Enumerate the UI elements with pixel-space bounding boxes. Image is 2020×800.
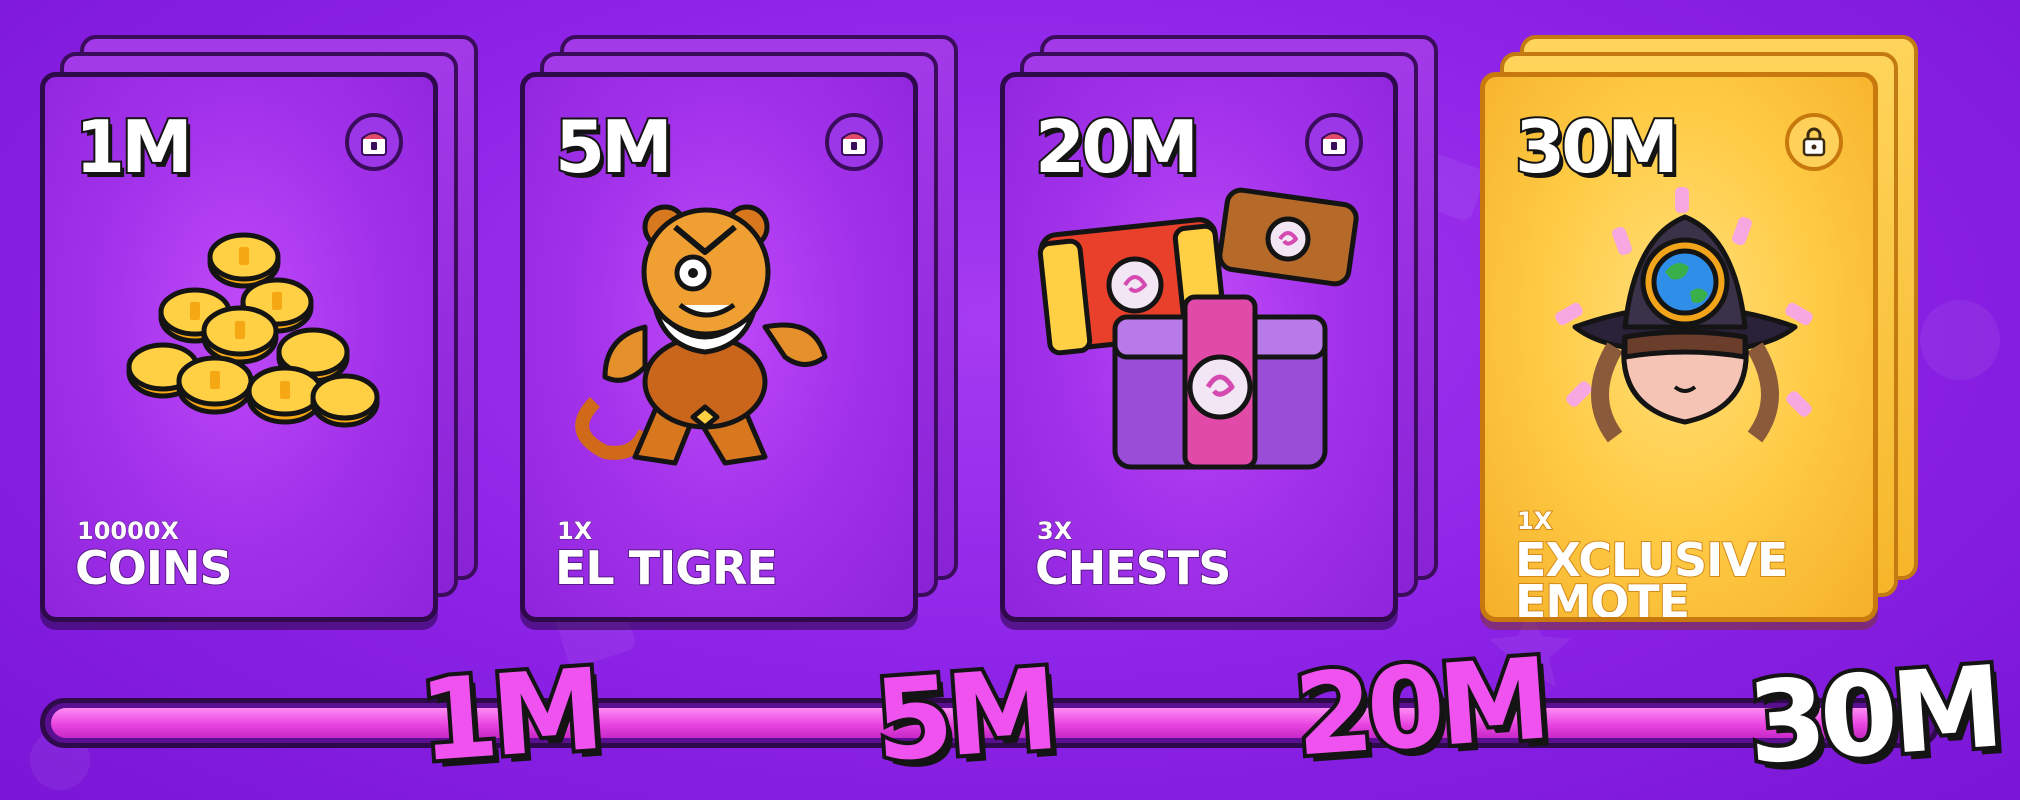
chest-lock-icon bbox=[345, 113, 403, 171]
reward-card-stack-30m: 30M 1X EXCLUSIVE EMOTE bbox=[1480, 30, 1918, 630]
reward-name: COINS bbox=[74, 541, 234, 595]
chest-lock-icon bbox=[1305, 113, 1363, 171]
reward-card-stack-5m: 5M 1X EL TIGRE bbox=[520, 30, 958, 630]
milestone-label-1m: 1M bbox=[412, 641, 606, 791]
padlock-icon bbox=[1785, 113, 1843, 171]
coins-pile-icon bbox=[126, 232, 380, 428]
card-tier-label: 20M bbox=[1033, 105, 1201, 189]
reward-name: EL TIGRE bbox=[554, 541, 779, 595]
emote-character-icon bbox=[1555, 187, 1813, 443]
card-tier-label: 1M bbox=[73, 105, 195, 189]
chests-icon bbox=[1037, 187, 1359, 470]
chest-lock-icon bbox=[825, 113, 883, 171]
reward-name: EXCLUSIVE EMOTE bbox=[1514, 533, 1789, 622]
milestone-label-30m: 30M bbox=[1740, 638, 2006, 793]
reward-card-stack-20m: 20M 3X CHESTS bbox=[1000, 30, 1438, 630]
milestone-label-5m: 5M bbox=[867, 641, 1061, 791]
reward-card-coins[interactable]: 1M 10000X COINS bbox=[40, 72, 438, 622]
milestone-label-20m: 20M bbox=[1287, 630, 1553, 785]
card-tier-label: 5M bbox=[553, 105, 675, 189]
reward-card-chests[interactable]: 20M 3X CHESTS bbox=[1000, 72, 1398, 622]
card-tier-label: 30M bbox=[1513, 105, 1681, 189]
reward-name: CHESTS bbox=[1034, 541, 1232, 595]
reward-card-el-tigre[interactable]: 5M 1X EL TIGRE bbox=[520, 72, 918, 622]
reward-card-stack-1m: 1M 10000X COINS bbox=[40, 30, 478, 630]
reward-card-exclusive-emote[interactable]: 30M 1X EXCLUSIVE EMOTE bbox=[1480, 72, 1878, 622]
reward-quantity: 1X bbox=[1516, 506, 1553, 536]
el-tigre-character-icon bbox=[575, 204, 828, 466]
